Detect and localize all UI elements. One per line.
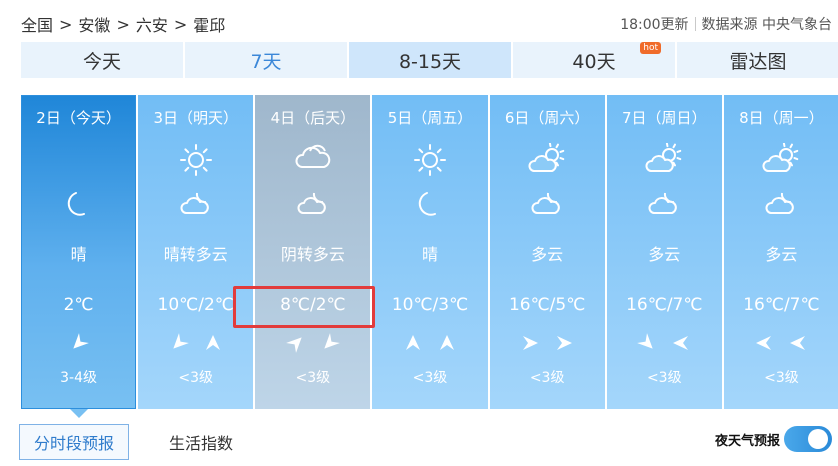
wind-arrow-icon: [788, 333, 808, 353]
tab-life-index[interactable]: 生活指数: [155, 425, 247, 459]
cloudy-night-icon: [646, 187, 682, 223]
breadcrumb-separator: >: [173, 14, 188, 34]
tab-today[interactable]: 今天: [21, 42, 183, 78]
day-temperature: 10℃/3℃: [391, 295, 469, 315]
wind-arrow-icon: [754, 333, 774, 353]
day-condition: 晴: [421, 245, 438, 264]
day-condition: 阴转多云: [280, 245, 345, 264]
day-column[interactable]: 6日（周六） 多云 16℃/5℃ <3级: [489, 95, 605, 409]
day-column[interactable]: 7日（周日） 多云 16℃/7℃ <3级: [606, 95, 722, 409]
cloudy-night-icon: [529, 187, 565, 223]
partly-cloudy-day-icon: [762, 142, 800, 179]
day-condition: 多云: [765, 245, 798, 264]
tab-7-days[interactable]: 7天: [185, 42, 347, 78]
day-temperature: 16℃/7℃: [743, 295, 820, 315]
cloudy-night-icon: [763, 187, 799, 223]
partly-cloudy-day-icon: [528, 142, 566, 179]
tab-hourly-forecast[interactable]: 分时段预报: [19, 424, 130, 460]
wind-directions: [607, 333, 722, 353]
tab-radar[interactable]: 雷达图: [677, 42, 838, 78]
day-column[interactable]: 2日（今天） 晴 2℃ 3-4级: [21, 95, 137, 418]
wind-directions: [490, 333, 605, 353]
wind-level: <3级: [646, 370, 682, 386]
night-forecast-toggle[interactable]: 夜天气预报: [715, 426, 832, 452]
day-date: 8日（周一）: [739, 109, 824, 127]
wind-level: 3-4级: [60, 370, 97, 386]
wind-level: <3级: [295, 370, 331, 386]
sun-icon: [179, 143, 213, 181]
wind-arrow-icon: [285, 333, 306, 353]
day-condition: 晴转多云: [163, 245, 228, 264]
day-temperature: 16℃/5℃: [508, 295, 586, 315]
day-temperature: 2℃: [63, 295, 94, 315]
day-column[interactable]: 8日（周一） 多云 16℃/7℃ <3级: [723, 95, 838, 409]
selected-day-pointer: [69, 409, 88, 418]
day-column[interactable]: 4日（后天） 阴转多云 8℃/2℃ <3级: [255, 95, 371, 409]
wind-level: <3级: [412, 370, 448, 386]
day-column[interactable]: 5日（周五） 晴 10℃/3℃ <3级: [372, 95, 488, 409]
wind-directions: [21, 333, 136, 353]
day-condition: 多云: [531, 245, 564, 264]
partly-cloudy-day-icon: [645, 142, 683, 179]
moon-icon: [413, 187, 447, 225]
wind-arrow-icon: [520, 333, 540, 353]
breadcrumb-item-county: 霍邱: [193, 16, 226, 35]
tab-40-days-label: 40天: [572, 50, 616, 73]
breadcrumb-separator: >: [59, 14, 73, 34]
day-date: 2日（今天）: [36, 109, 121, 127]
day-date: 7日（周日）: [622, 109, 707, 127]
wind-arrow-icon: [671, 333, 691, 353]
update-time: 18:00更新: [620, 17, 689, 33]
wind-directions: [372, 333, 487, 353]
wind-arrow-icon: [320, 333, 340, 353]
wind-arrow-icon: [169, 333, 189, 353]
toggle-switch[interactable]: [784, 426, 832, 452]
wind-arrow-icon: [437, 333, 457, 353]
toggle-knob: [808, 429, 828, 449]
meta-divider: [694, 17, 696, 31]
day-date: 5日（周五）: [387, 109, 473, 127]
day-date: 4日（后天）: [270, 109, 356, 127]
breadcrumb-separator: >: [116, 14, 130, 34]
forecast-tabs: 今天 7天 8-15天 40天 hot 雷达图: [21, 42, 838, 78]
wind-arrow-icon: [637, 333, 657, 353]
tab-40-days[interactable]: 40天 hot: [513, 42, 675, 78]
hot-badge: hot: [640, 42, 661, 54]
wind-level: <3级: [529, 370, 565, 386]
data-source: 数据来源 中央气象台: [701, 17, 832, 33]
bottom-tabs: 分时段预报 生活指数: [19, 424, 247, 460]
update-meta: 18:00更新 数据来源 中央气象台: [620, 14, 832, 34]
day-date: 3日（明天）: [153, 109, 238, 127]
cloudy-night-icon: [178, 187, 214, 223]
day-temperature: 16℃/7℃: [626, 295, 703, 315]
wind-level: <3级: [178, 370, 214, 386]
tab-8-15-days[interactable]: 8-15天: [349, 42, 511, 78]
wind-directions: [255, 333, 370, 353]
night-forecast-label: 夜天气预报: [714, 433, 780, 449]
wind-arrow-icon: [203, 333, 223, 353]
overcast-icon: [294, 143, 332, 177]
wind-directions: [724, 333, 838, 353]
temperature-highlight-box: [233, 286, 375, 328]
day-condition: 晴: [70, 245, 87, 264]
cloudy-night-icon: [295, 187, 331, 223]
sun-icon: [413, 143, 447, 181]
day-date: 6日（周六）: [504, 109, 590, 127]
breadcrumb-item-country[interactable]: 全国: [21, 12, 53, 36]
breadcrumb: 全国 > 安徽 > 六安 > 霍邱: [21, 12, 225, 36]
wind-arrow-icon: [554, 333, 574, 353]
forecast-days: 2日（今天）晴 2℃ 3-4级 3日（明天） 晴转多云 10℃/2℃ <3级 4日（后天） 阴转…: [21, 95, 838, 418]
day-condition: 多云: [648, 245, 681, 264]
wind-directions: [138, 333, 253, 353]
moon-icon: [62, 187, 96, 225]
wind-level: <3级: [764, 370, 799, 386]
wind-arrow-icon: [69, 333, 89, 353]
wind-arrow-icon: [403, 333, 423, 353]
day-column[interactable]: 3日（明天） 晴转多云 10℃/2℃ <3级: [138, 95, 254, 409]
breadcrumb-item-city[interactable]: 六安: [136, 12, 168, 36]
breadcrumb-item-province[interactable]: 安徽: [78, 12, 110, 36]
